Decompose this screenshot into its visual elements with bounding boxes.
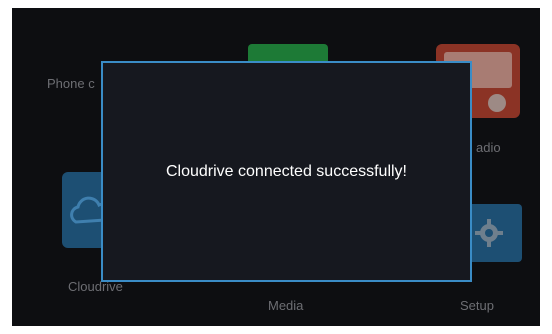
tile-setup-label: Setup [460, 298, 494, 313]
tile-phone-label: Phone c [47, 76, 95, 91]
gear-glyph-icon [475, 219, 503, 247]
tile-media-label: Media [268, 298, 304, 313]
tile-radio-label: adio [476, 140, 501, 155]
dialog-message: Cloudrive connected successfully! [165, 163, 407, 180]
gear-icon [466, 204, 522, 262]
home-screen: Phone c adio Cloudrive Media Setup Cloud… [12, 8, 540, 326]
radio-knob-icon [488, 94, 506, 112]
connection-dialog[interactable]: Cloudrive connected successfully! [101, 61, 472, 282]
